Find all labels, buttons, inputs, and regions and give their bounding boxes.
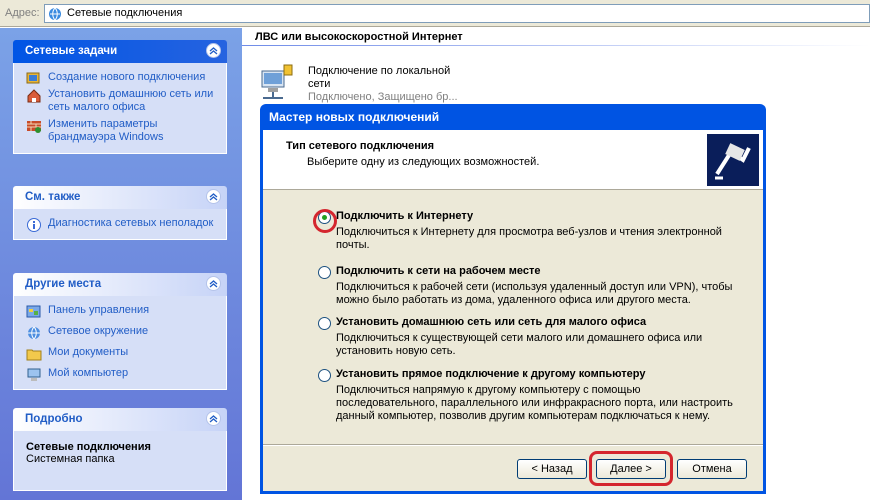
- documents-icon: [26, 349, 42, 361]
- button-divider: [263, 444, 763, 446]
- option-description: Подключиться напрямую к другому компьюте…: [336, 384, 733, 422]
- new-connection-icon: [26, 72, 40, 84]
- highlight-box-annotation: [589, 451, 673, 486]
- panel-other-places: Другие места Панель управления Сетевое о…: [13, 273, 227, 390]
- details-type: Системная папка: [26, 453, 115, 465]
- place-label: Сетевое окружение: [48, 325, 149, 337]
- cancel-button[interactable]: Отмена: [677, 459, 747, 479]
- place-label: Панель управления: [48, 304, 150, 316]
- wizard-header-title: Тип сетевого подключения: [286, 140, 435, 152]
- new-connection-wizard-dialog: Мастер новых подключений Тип сетевого по…: [260, 104, 766, 494]
- radio-connect-workplace[interactable]: [318, 266, 331, 279]
- address-input[interactable]: Сетевые подключения: [44, 4, 870, 23]
- panel-title: Другие места: [25, 278, 102, 290]
- place-label: Мой компьютер: [48, 367, 129, 379]
- option-description: Подключиться к существующей сети малого …: [336, 332, 703, 357]
- collapse-chevron-icon[interactable]: [206, 276, 221, 291]
- place-network-places[interactable]: Сетевое окружение: [14, 324, 226, 345]
- back-button[interactable]: < Назад: [517, 459, 587, 479]
- network-connections-icon: [49, 7, 61, 21]
- group-title: ЛВС или высокоскоростной Интернет: [255, 31, 463, 43]
- dialog-title-bar[interactable]: Мастер новых подключений: [263, 104, 763, 130]
- task-label: Установить домашнюю сеть или сеть малого…: [48, 88, 214, 113]
- panel-see-also: См. также Диагностика сетевых неполадок: [13, 186, 227, 240]
- task-diagnostics[interactable]: Диагностика сетевых неполадок: [14, 216, 226, 233]
- network-places-icon: [28, 326, 40, 340]
- highlight-circle-annotation: [313, 209, 337, 233]
- group-divider: [242, 45, 870, 46]
- radio-home-network[interactable]: [318, 317, 331, 330]
- collapse-chevron-icon[interactable]: [206, 189, 221, 204]
- home-network-icon: [27, 89, 41, 103]
- collapse-chevron-icon[interactable]: [206, 411, 221, 426]
- panel-title: Сетевые задачи: [25, 45, 118, 57]
- panel-header[interactable]: См. также: [13, 186, 227, 209]
- panel-header[interactable]: Сетевые задачи: [13, 40, 227, 63]
- info-icon: [27, 218, 41, 232]
- panel-header[interactable]: Другие места: [13, 273, 227, 296]
- task-new-connection[interactable]: Создание нового подключения: [14, 70, 226, 87]
- dialog-title: Мастер новых подключений: [269, 110, 440, 124]
- address-bar: Адрес: Сетевые подключения: [0, 0, 870, 27]
- details-name: Сетевые подключения: [26, 441, 151, 453]
- collapse-chevron-icon[interactable]: [206, 43, 221, 58]
- option-label[interactable]: Установить домашнюю сеть или сеть для ма…: [336, 316, 646, 328]
- panel-title: Подробно: [25, 413, 83, 425]
- computer-icon: [27, 368, 41, 381]
- panel-details: Подробно Сетевые подключения Системная п…: [13, 408, 227, 491]
- wizard-header-subtitle: Выберите одну из следующих возможностей.: [307, 156, 540, 168]
- task-firewall[interactable]: Изменить параметры брандмауэра Windows: [14, 117, 226, 147]
- network-cable-icon: [707, 134, 759, 186]
- place-my-documents[interactable]: Мои документы: [14, 345, 226, 366]
- option-label[interactable]: Подключить к Интернету: [336, 210, 473, 222]
- connection-status: Подключено, Защищено бр...: [308, 91, 458, 103]
- lan-connection-icon[interactable]: [258, 61, 298, 101]
- firewall-icon: [27, 121, 41, 133]
- task-label: Диагностика сетевых неполадок: [48, 217, 214, 229]
- option-description: Подключиться к Интернету для просмотра в…: [336, 226, 722, 251]
- task-pane: Сетевые задачи Создание нового подключен…: [0, 28, 242, 500]
- radio-direct-connection[interactable]: [318, 369, 331, 382]
- option-description: Подключиться к рабочей сети (используя у…: [336, 281, 733, 306]
- connection-name[interactable]: Подключение по локальной сети: [308, 65, 468, 91]
- option-label[interactable]: Подключить к сети на рабочем месте: [336, 265, 540, 277]
- option-label[interactable]: Установить прямое подключение к другому …: [336, 368, 645, 380]
- wizard-header: Тип сетевого подключения Выберите одну и…: [263, 130, 763, 190]
- control-panel-icon: [26, 305, 41, 318]
- panel-header[interactable]: Подробно: [13, 408, 227, 431]
- task-label: Создание нового подключения: [48, 71, 206, 83]
- panel-network-tasks: Сетевые задачи Создание нового подключен…: [13, 40, 227, 154]
- place-my-computer[interactable]: Мой компьютер: [14, 366, 226, 383]
- place-label: Мои документы: [48, 346, 129, 358]
- panel-title: См. также: [25, 191, 81, 203]
- address-label: Адрес:: [5, 7, 40, 19]
- address-value: Сетевые подключения: [67, 7, 183, 19]
- task-home-network[interactable]: Установить домашнюю сеть или сеть малого…: [14, 87, 226, 117]
- dialog-body: Тип сетевого подключения Выберите одну и…: [263, 130, 763, 491]
- place-control-panel[interactable]: Панель управления: [14, 303, 226, 324]
- task-label: Изменить параметры брандмауэра Windows: [48, 118, 164, 143]
